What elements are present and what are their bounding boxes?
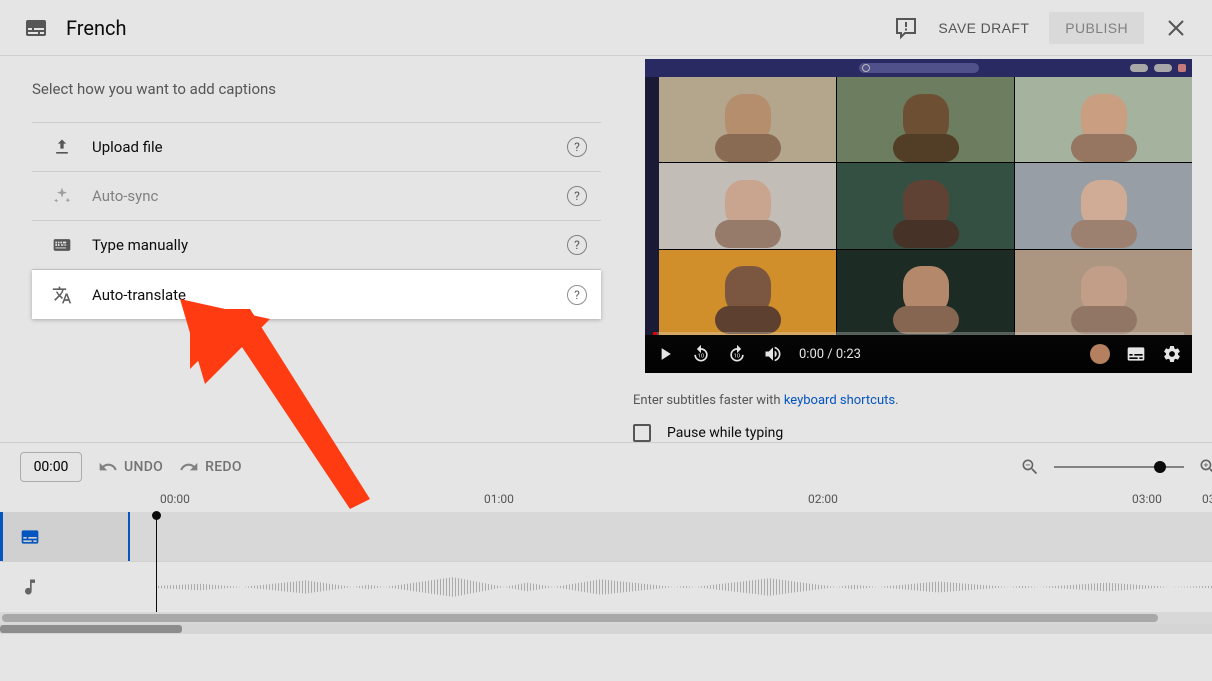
undo-icon: [98, 457, 118, 477]
subtitles-icon: [24, 16, 48, 40]
volume-icon[interactable]: [763, 344, 783, 364]
play-icon[interactable]: [655, 344, 675, 364]
video-participants: [659, 77, 1192, 335]
option-auto-translate[interactable]: Auto-translate ?: [32, 270, 601, 319]
option-type-manually[interactable]: Type manually ?: [32, 221, 601, 270]
subtitles-track-icon: [20, 527, 40, 547]
waveform: [158, 576, 1212, 598]
keyboard-icon: [52, 235, 72, 255]
timeline-scrollbar[interactable]: [0, 612, 1212, 624]
translate-icon: [52, 285, 72, 305]
header-actions: SAVE DRAFT PUBLISH: [894, 12, 1188, 44]
caption-track[interactable]: [0, 512, 1212, 562]
page-title: French: [66, 16, 127, 40]
timeline[interactable]: 00:00 01:00 02:00 03:00 03: [0, 490, 1212, 612]
upload-icon: [52, 137, 72, 157]
save-draft-button[interactable]: SAVE DRAFT: [938, 20, 1029, 36]
help-icon[interactable]: ?: [567, 186, 587, 206]
header-bar: French SAVE DRAFT PUBLISH: [0, 0, 1212, 56]
svg-text:10: 10: [698, 353, 705, 359]
option-label: Auto-translate: [92, 286, 567, 304]
option-label: Auto-sync: [92, 187, 567, 205]
keyboard-shortcuts-link[interactable]: keyboard shortcuts: [784, 393, 895, 408]
pause-label: Pause while typing: [667, 425, 783, 441]
time-input[interactable]: [20, 452, 82, 482]
settings-icon[interactable]: [1162, 344, 1182, 364]
redo-icon: [179, 457, 199, 477]
audio-track[interactable]: [0, 562, 1212, 612]
time-ruler: 00:00 01:00 02:00 03:00 03: [0, 490, 1212, 512]
video-controls: 10 10 0:00 / 0:23: [645, 335, 1192, 373]
zoom-slider[interactable]: [1054, 466, 1184, 468]
option-label: Upload file: [92, 138, 567, 156]
window-scrollbar[interactable]: [0, 624, 1212, 634]
header-left: French: [24, 16, 127, 40]
video-time: 0:00 / 0:23: [799, 347, 861, 362]
video-preview[interactable]: 10 10 0:00 / 0:23: [645, 59, 1192, 373]
publish-button[interactable]: PUBLISH: [1049, 12, 1144, 44]
subtitles-toggle-icon[interactable]: [1126, 344, 1146, 364]
option-auto-sync[interactable]: Auto-sync ?: [32, 172, 601, 221]
caption-options: Upload file ? Auto-sync ? Type manually …: [32, 122, 601, 319]
help-icon[interactable]: ?: [567, 137, 587, 157]
close-icon[interactable]: [1164, 16, 1188, 40]
playhead[interactable]: [156, 512, 157, 612]
right-panel: 10 10 0:00 / 0:23 Enter subtitles faster…: [633, 56, 1212, 442]
feedback-icon[interactable]: [894, 16, 918, 40]
svg-text:10: 10: [734, 353, 741, 359]
channel-avatar[interactable]: [1090, 344, 1110, 364]
tip-text: Enter subtitles faster with keyboard sho…: [633, 393, 1212, 408]
zoom-out-icon[interactable]: [1020, 457, 1040, 477]
forward-10-icon[interactable]: 10: [727, 344, 747, 364]
prompt-text: Select how you want to add captions: [32, 80, 601, 98]
help-icon[interactable]: ?: [567, 285, 587, 305]
left-panel: Select how you want to add captions Uplo…: [0, 56, 633, 442]
pause-checkbox[interactable]: [633, 424, 651, 442]
music-note-icon: [20, 577, 40, 597]
help-icon[interactable]: ?: [567, 235, 587, 255]
undo-button[interactable]: UNDO: [98, 457, 163, 477]
rewind-10-icon[interactable]: 10: [691, 344, 711, 364]
option-upload-file[interactable]: Upload file ?: [32, 123, 601, 172]
zoom-controls: [1020, 457, 1212, 477]
pause-while-typing-row[interactable]: Pause while typing: [633, 424, 1212, 442]
main-area: Select how you want to add captions Uplo…: [0, 56, 1212, 442]
option-label: Type manually: [92, 236, 567, 254]
video-app-chrome: [645, 59, 1192, 77]
redo-button[interactable]: REDO: [179, 457, 242, 477]
timeline-toolbar: UNDO REDO: [0, 442, 1212, 490]
sparkle-icon: [52, 186, 72, 206]
zoom-in-icon[interactable]: [1198, 457, 1212, 477]
